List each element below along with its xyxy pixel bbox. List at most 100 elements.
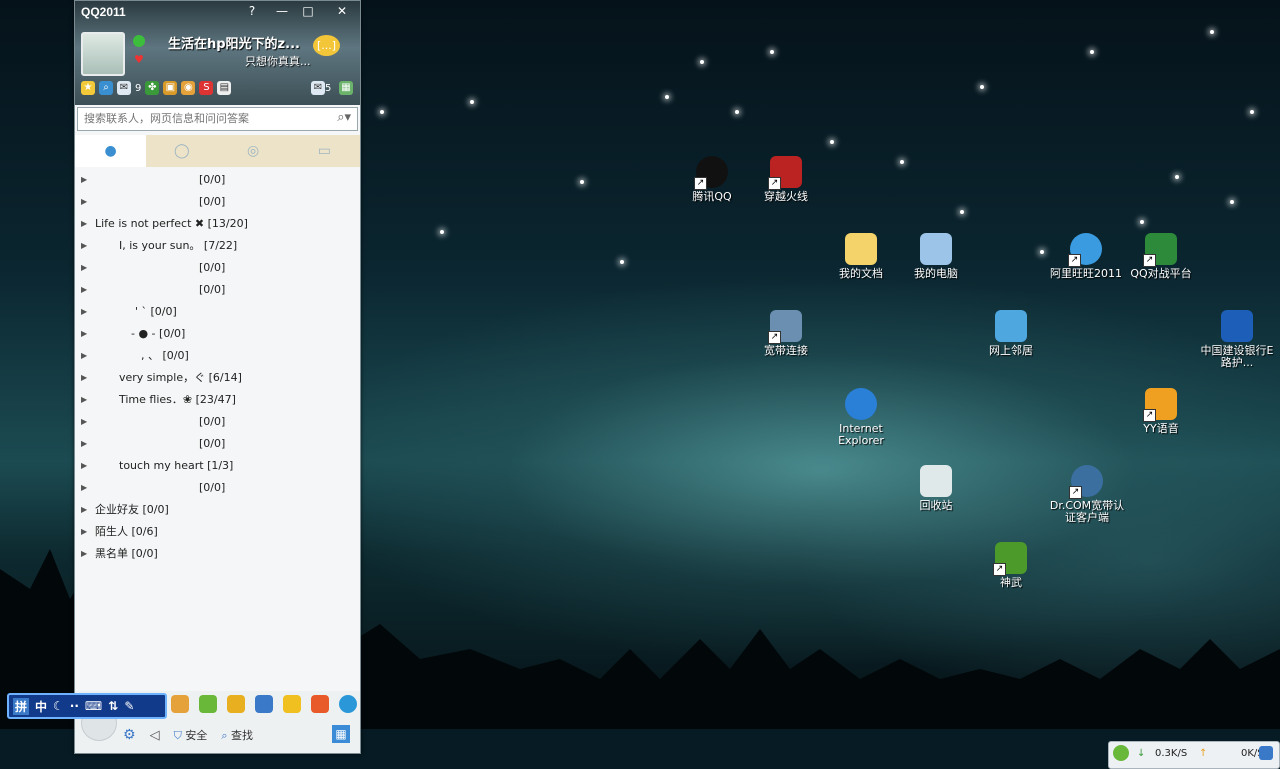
desktop-icon-ie[interactable]: Internet Explorer xyxy=(823,388,899,447)
search-bar: ⌕▾ xyxy=(77,107,358,131)
browser-icon[interactable] xyxy=(255,695,273,713)
group-row[interactable]: ▶ Life is not perfect ✖ [13/20] xyxy=(75,213,360,235)
group-row[interactable]: ▶ [0/0] xyxy=(75,257,360,279)
wallet-icon[interactable]: ◉ xyxy=(181,81,196,95)
tools-icon[interactable]: ⇅ xyxy=(108,699,118,713)
mail-icon[interactable]: ✉ xyxy=(117,81,131,95)
group-row-enterprise[interactable]: ▶ 企业好友 [0/0] xyxy=(75,499,360,521)
group-row[interactable]: ▶ [0/0] xyxy=(75,433,360,455)
yy-voice-icon: ↗ xyxy=(1143,388,1177,422)
group-row-strangers[interactable]: ▶ 陌生人 [0/6] xyxy=(75,521,360,543)
search-icon[interactable]: ⌕▾ xyxy=(337,110,351,125)
desktop-icon-network-places[interactable]: 网上邻居 xyxy=(973,310,1049,357)
weather-badge[interactable]: [...] xyxy=(313,35,341,56)
video-icon[interactable] xyxy=(227,695,245,713)
monitor-logo-icon[interactable] xyxy=(1113,745,1129,761)
search-input[interactable] xyxy=(78,108,324,128)
expand-arrow-icon: ▶ xyxy=(81,373,88,382)
main-tabs: ● ◯ ◎ ▭ xyxy=(75,135,360,167)
desktop-icon-aliwangwang[interactable]: ↗ 阿里旺旺2011 xyxy=(1048,233,1124,280)
help-button[interactable]: ? xyxy=(241,3,263,19)
keyboard-icon[interactable]: ⌨ xyxy=(85,699,102,713)
gear-icon[interactable]: ⚙ xyxy=(123,727,136,743)
plugin-toolbar: ★ ⌕ ✉ 9 ✤ ▣ ◉ S ▤ xyxy=(81,81,232,95)
tab-contacts[interactable]: ● xyxy=(75,135,147,167)
app-grid-button[interactable]: ▦ xyxy=(332,725,350,743)
group-row[interactable]: ▶ ' ` [0/0] xyxy=(75,301,360,323)
expand-arrow-icon: ▶ xyxy=(81,395,88,404)
moon-icon[interactable]: ☾ xyxy=(53,699,64,713)
minimize-button[interactable]: — xyxy=(271,3,293,19)
group-row-blacklist[interactable]: ▶ 黑名单 [0/0] xyxy=(75,543,360,565)
desktop-icon-qq-game-platform[interactable]: ↗ QQ对战平台 xyxy=(1123,233,1199,280)
signature[interactable]: 只想你真真... xyxy=(245,53,311,69)
ie-tray-icon[interactable] xyxy=(1259,746,1273,760)
expand-arrow-icon: ▶ xyxy=(81,175,88,184)
desktop-icon-drcom[interactable]: ↗ Dr.COM宽带认证客户端 xyxy=(1048,465,1126,524)
discussion-icon: ◎ xyxy=(247,143,260,159)
music-icon[interactable] xyxy=(199,695,217,713)
wrench-icon[interactable]: ✎ xyxy=(124,699,134,713)
desktop-icon-ccb-guard[interactable]: 中国建设银行E路护... xyxy=(1198,310,1276,369)
group-row[interactable]: ▶ [0/0] xyxy=(75,279,360,301)
tab-groups[interactable]: ◯ xyxy=(146,135,217,167)
group-row[interactable]: ▶ [0/0] xyxy=(75,169,360,191)
desktop-icon-broadband[interactable]: ↗ 宽带连接 xyxy=(748,310,824,357)
security-button[interactable]: ⛉ 安全 xyxy=(174,727,208,743)
nickname[interactable]: 生活在hp阳光下的z... xyxy=(168,33,300,52)
network-connection-icon: ↗ xyxy=(768,310,802,344)
close-button[interactable]: ✕ xyxy=(331,3,353,19)
contact-group-list: ▶ [0/0] ▶ [0/0] ▶ Life is not perfect ✖ [13… xyxy=(75,169,360,565)
desktop-icon-recycle-bin[interactable]: 回收站 xyxy=(898,465,974,512)
shop-icon[interactable]: ▣ xyxy=(163,81,178,95)
tab-discussions[interactable]: ◎ xyxy=(218,135,289,167)
internet-explorer-icon xyxy=(845,388,877,420)
desktop-icon-yy[interactable]: ↗ YY语音 xyxy=(1123,388,1199,435)
maximize-button[interactable]: □ xyxy=(297,3,319,19)
guard-icon[interactable] xyxy=(283,695,301,713)
mail-count: 9 xyxy=(135,82,142,94)
clover-icon[interactable]: ✤ xyxy=(145,81,160,95)
message-count: 5 xyxy=(325,83,332,94)
qzone-icon[interactable] xyxy=(339,695,357,713)
group-row[interactable]: ▶ [0/0] xyxy=(75,411,360,433)
pet-icon[interactable] xyxy=(171,695,189,713)
desktop-icon-my-documents[interactable]: 我的文档 xyxy=(823,233,899,280)
expand-arrow-icon: ▶ xyxy=(81,219,88,228)
shenwu-game-icon: ↗ xyxy=(993,542,1027,576)
ime-mode-toggle[interactable]: 中 xyxy=(35,698,47,715)
group-row[interactable]: ▶ I, is your sun。 [7/22] xyxy=(75,235,360,257)
message-box-icon[interactable]: ✉ xyxy=(311,81,325,95)
tab-recent[interactable]: ▭ xyxy=(289,135,360,167)
app-shortcuts xyxy=(171,695,357,713)
group-row[interactable]: ▶ - ● - [0/0] xyxy=(75,323,360,345)
desktop-icon-shenwu[interactable]: ↗ 神武 xyxy=(973,542,1049,589)
ime-logo-icon[interactable]: 拼 xyxy=(13,697,30,715)
search-icon[interactable]: ⌕ xyxy=(99,81,113,95)
ccb-bank-icon xyxy=(1221,310,1253,342)
drcom-icon: ↗ xyxy=(1069,465,1103,499)
apps-icon[interactable] xyxy=(311,695,329,713)
punctuation-icon[interactable]: ·· xyxy=(70,699,79,713)
desktop-icon-qq[interactable]: ↗ 腾讯QQ xyxy=(674,156,750,203)
star-icon[interactable]: ★ xyxy=(81,81,95,95)
desktop-icon-crossfire[interactable]: ↗ 穿越火线 xyxy=(748,156,824,203)
shield-icon: ⛉ xyxy=(173,729,182,742)
find-button[interactable]: ⌕ 查找 xyxy=(221,727,253,743)
download-speed: 0.3K/S xyxy=(1155,748,1188,759)
desktop-icon-my-computer[interactable]: 我的电脑 xyxy=(898,233,974,280)
group-row[interactable]: ▶ very simple，ぐ [6/14] xyxy=(75,367,360,389)
group-row[interactable]: ▶, 、 [0/0] xyxy=(75,345,360,367)
group-row[interactable]: ▶ touch my heart [1/3] xyxy=(75,455,360,477)
soso-icon[interactable]: S xyxy=(199,81,214,95)
avatar[interactable] xyxy=(81,32,125,76)
group-row[interactable]: ▶ [0/0] xyxy=(75,477,360,499)
online-status-icon[interactable] xyxy=(133,35,145,47)
expand-arrow-icon: ▶ xyxy=(81,285,88,294)
news-icon[interactable]: ▤ xyxy=(217,81,232,95)
group-row[interactable]: ▶ [0/0] xyxy=(75,191,360,213)
app-manager-icon[interactable]: ▦ xyxy=(339,81,353,95)
group-row[interactable]: ▶ Time flies．❀ [23/47] xyxy=(75,389,360,411)
speaker-icon[interactable]: ◁ xyxy=(150,728,160,743)
group-chat-icon: ◯ xyxy=(174,143,190,159)
